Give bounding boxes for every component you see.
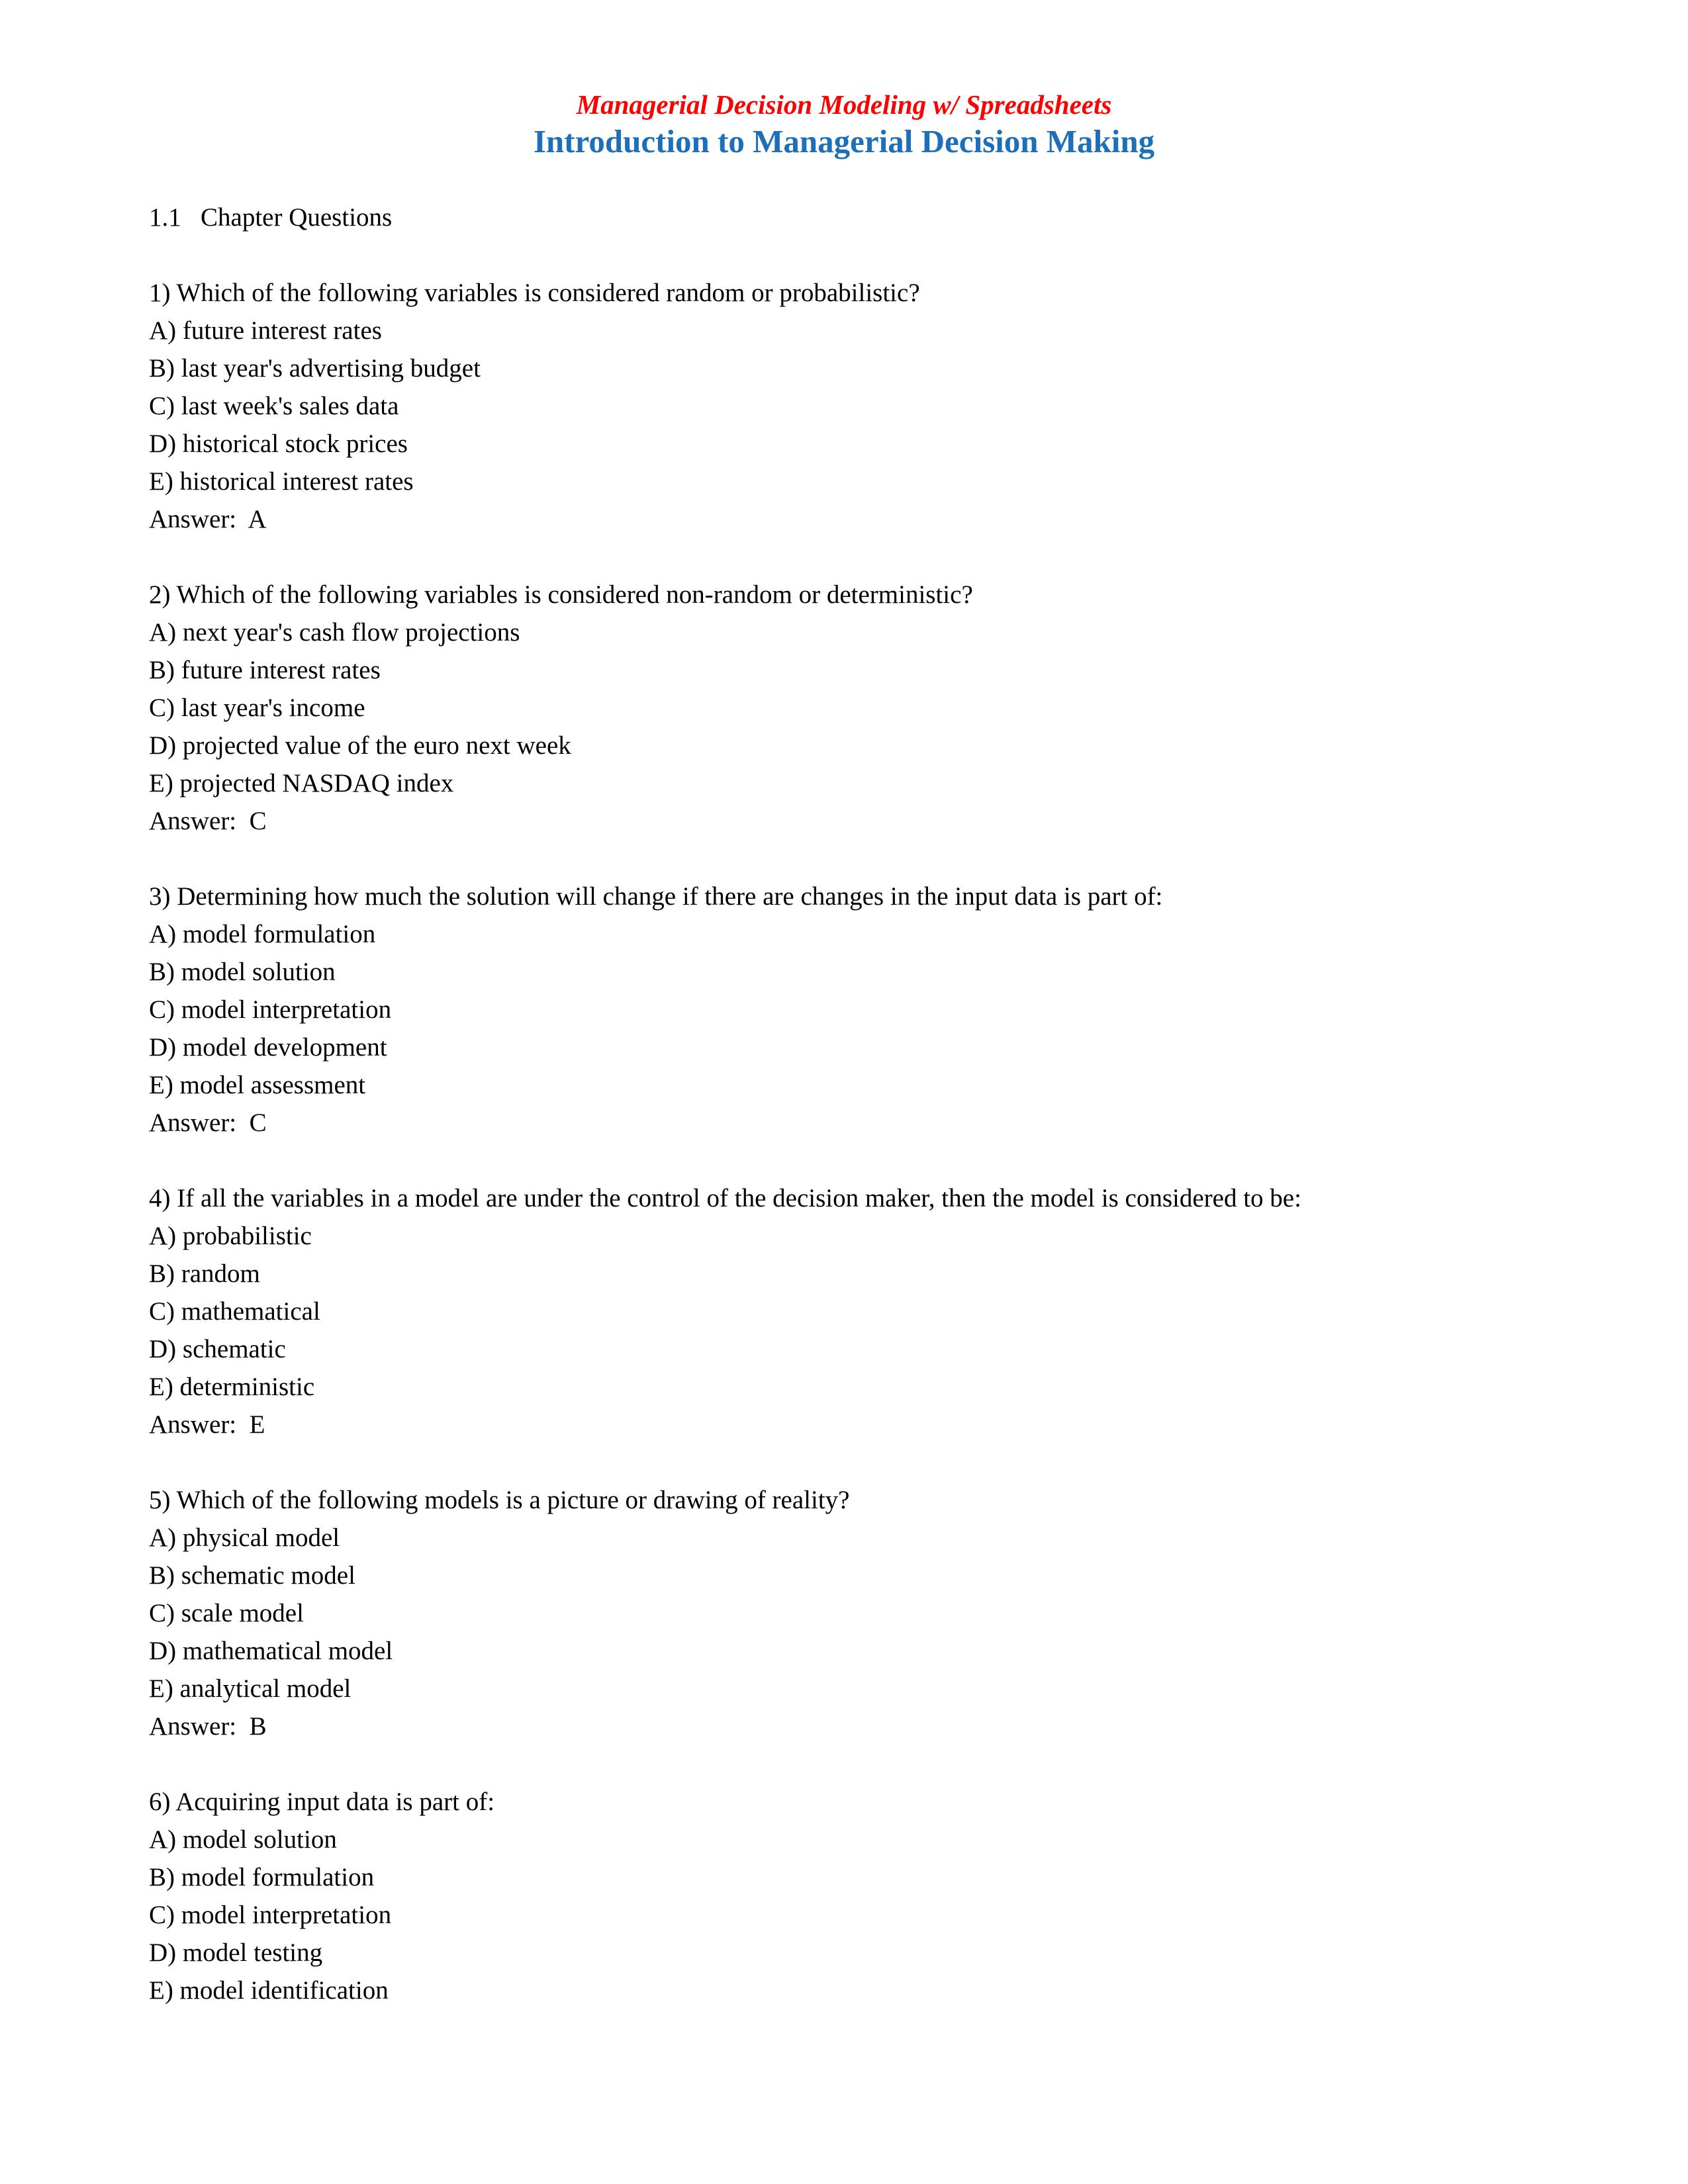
section-heading: 1.1 Chapter Questions: [149, 203, 393, 232]
answer-option: D) historical stock prices: [149, 430, 408, 458]
question-stem: 1) Which of the following variables is c…: [149, 279, 920, 307]
answer-option: C) model interpretation: [149, 995, 392, 1024]
answer-option: E) model assessment: [149, 1071, 366, 1099]
chapter-title: Introduction to Managerial Decision Maki…: [533, 123, 1155, 159]
question-stem: 5) Which of the following models is a pi…: [149, 1486, 850, 1514]
answer-option: E) projected NASDAQ index: [149, 769, 454, 797]
answer-option: E) model identification: [149, 1976, 389, 2005]
answer-key: Answer: C: [149, 807, 267, 835]
question-stem: 3) Determining how much the solution wil…: [149, 882, 1163, 911]
answer-option: B) last year's advertising budget: [149, 354, 481, 383]
answer-key: Answer: B: [149, 1712, 267, 1741]
document-body: 1.1 Chapter Questions 1) Which of the fo…: [0, 158, 1688, 2009]
question-block: 5) Which of the following models is a pi…: [149, 1443, 1539, 1745]
question-stem: 6) Acquiring input data is part of:: [149, 1788, 495, 1816]
answer-key: Answer: E: [149, 1410, 265, 1439]
answer-option: C) model interpretation: [149, 1901, 392, 1929]
answer-option: A) model formulation: [149, 920, 376, 948]
answer-option: D) mathematical model: [149, 1637, 393, 1665]
answer-option: C) scale model: [149, 1599, 304, 1627]
answer-option: A) physical model: [149, 1524, 340, 1552]
answer-key: Answer: A: [149, 505, 267, 533]
answer-option: D) model development: [149, 1033, 387, 1062]
answer-option: B) schematic model: [149, 1561, 355, 1590]
question-block: 4) If all the variables in a model are u…: [149, 1142, 1539, 1443]
answer-option: D) model testing: [149, 1938, 323, 1967]
answer-key: Answer: C: [149, 1109, 267, 1137]
answer-option: E) deterministic: [149, 1373, 315, 1401]
questions-container: 1) Which of the following variables is c…: [149, 236, 1539, 2009]
answer-option: B) model formulation: [149, 1863, 375, 1891]
book-title: Managerial Decision Modeling w/ Spreadsh…: [576, 89, 1112, 120]
answer-option: C) mathematical: [149, 1297, 320, 1326]
document-page: Managerial Decision Modeling w/ Spreadsh…: [0, 0, 1688, 2184]
answer-option: A) probabilistic: [149, 1222, 312, 1250]
document-header: Managerial Decision Modeling w/ Spreadsh…: [0, 0, 1688, 158]
question-block: 2) Which of the following variables is c…: [149, 538, 1539, 840]
answer-option: D) projected value of the euro next week: [149, 731, 571, 760]
answer-option: E) analytical model: [149, 1674, 352, 1703]
answer-option: C) last week's sales data: [149, 392, 399, 420]
question-block: 1) Which of the following variables is c…: [149, 236, 1539, 538]
answer-option: D) schematic: [149, 1335, 286, 1363]
answer-option: A) next year's cash flow projections: [149, 618, 520, 647]
question-stem: 4) If all the variables in a model are u…: [149, 1184, 1301, 1212]
answer-option: A) model solution: [149, 1825, 337, 1854]
answer-option: B) future interest rates: [149, 656, 381, 684]
answer-option: B) model solution: [149, 958, 336, 986]
question-block: 3) Determining how much the solution wil…: [149, 840, 1539, 1142]
answer-option: B) random: [149, 1259, 260, 1288]
question-stem: 2) Which of the following variables is c…: [149, 580, 973, 609]
answer-option: C) last year's income: [149, 694, 365, 722]
answer-option: A) future interest rates: [149, 316, 382, 345]
question-block: 6) Acquiring input data is part of: A) mo…: [149, 1745, 1539, 2009]
answer-option: E) historical interest rates: [149, 467, 414, 496]
